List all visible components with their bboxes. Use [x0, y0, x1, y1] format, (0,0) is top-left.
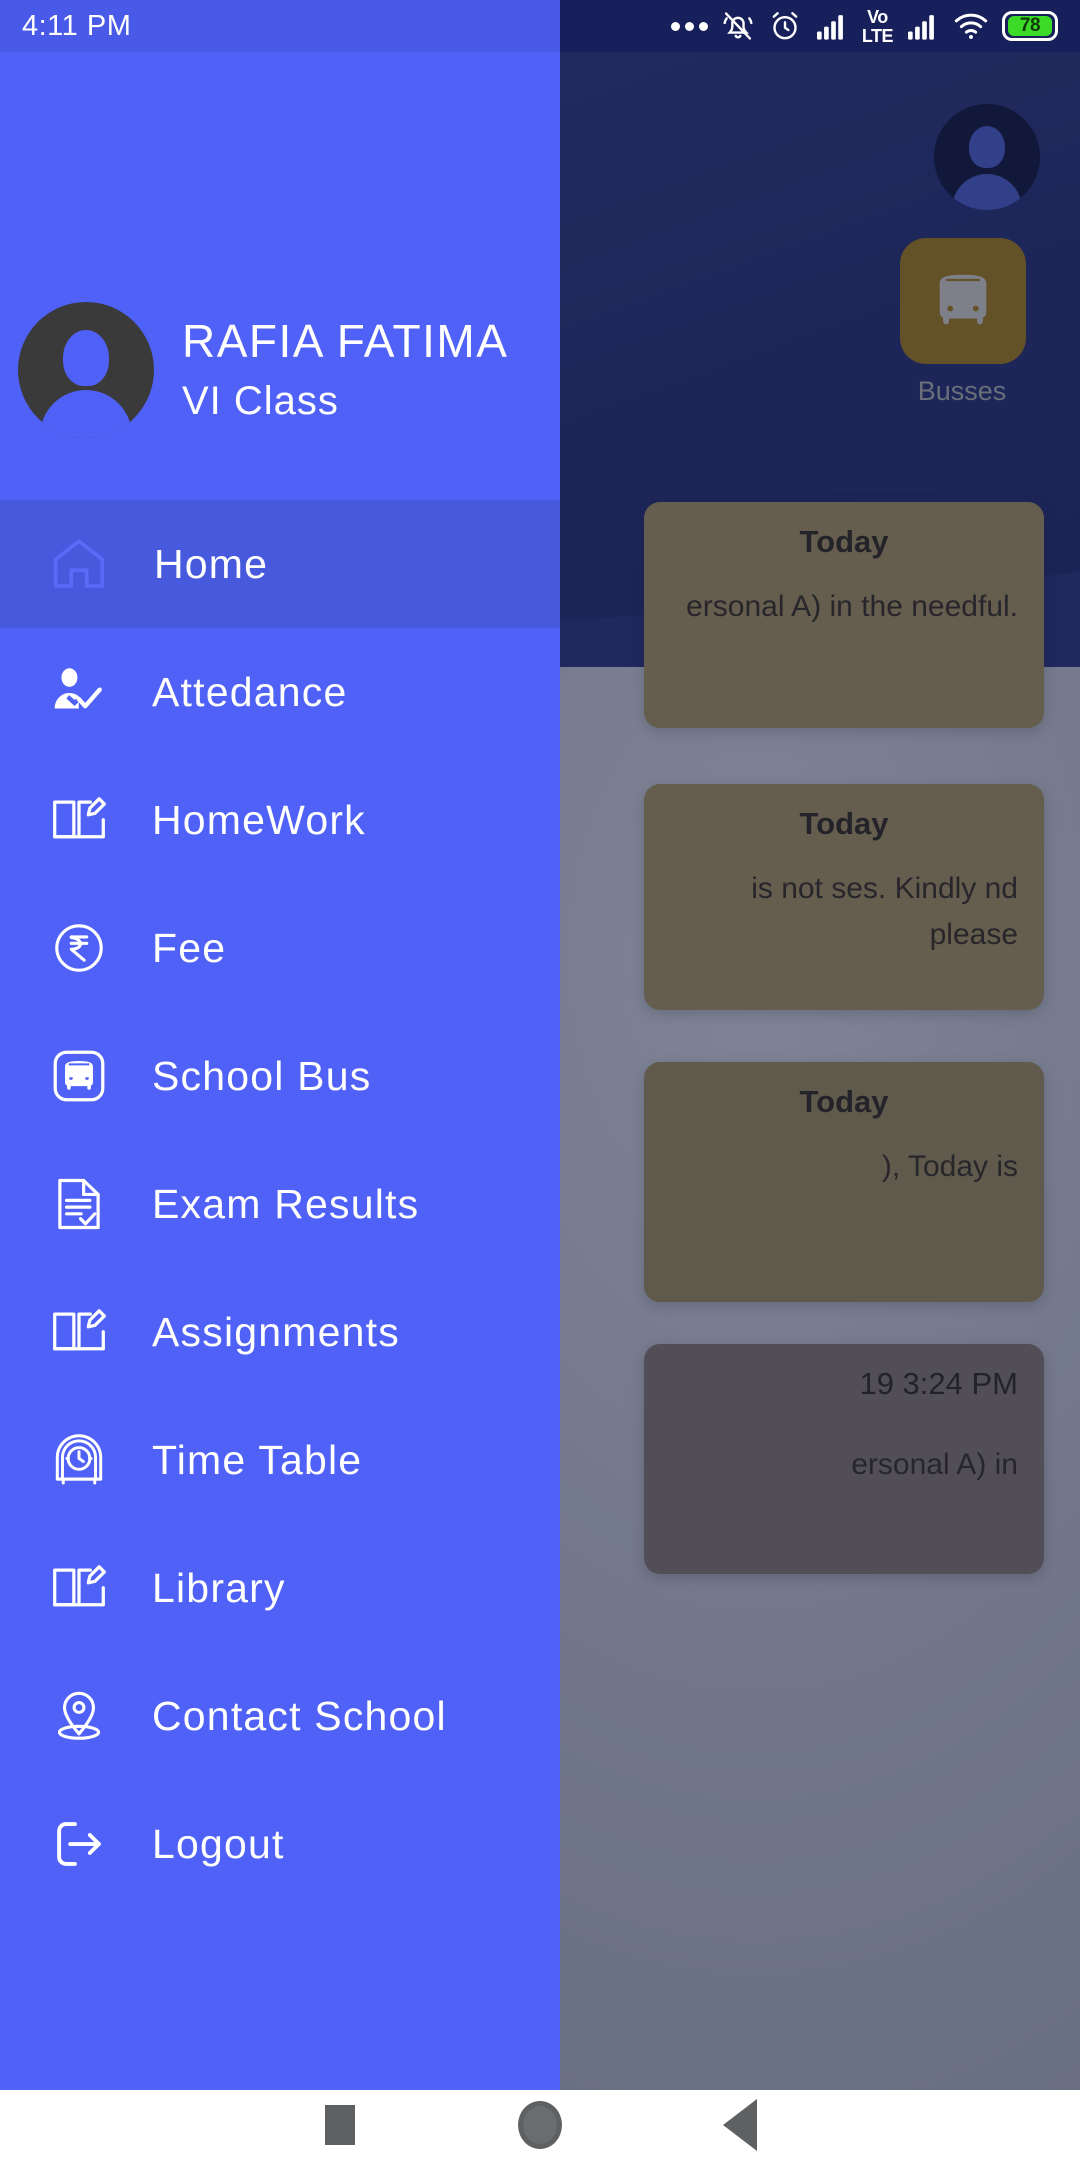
android-navigation-bar: [0, 2090, 1080, 2160]
logout-icon: [36, 1813, 122, 1875]
book-pencil-icon: [36, 1301, 122, 1363]
volte-icon: Vo LTE: [861, 6, 894, 46]
sidebar-item-attedance[interactable]: Attedance: [0, 628, 560, 756]
alarm-clock-icon: [36, 1429, 122, 1491]
back-button[interactable]: [640, 2090, 840, 2160]
avatar-body: [952, 174, 1022, 210]
sidebar-item-label: Time Table: [152, 1436, 363, 1483]
sidebar-item-homework[interactable]: HomeWork: [0, 756, 560, 884]
signal-bars-icon: [816, 15, 843, 40]
sidebar-item-label: Fee: [152, 924, 227, 971]
book-pencil-icon: [36, 1557, 122, 1619]
more-dots-icon: [670, 21, 708, 31]
notice-text: is not ses. Kindly nd please: [751, 872, 1018, 951]
notice-text: ), Today is: [881, 1150, 1018, 1183]
circle-icon: [518, 2101, 562, 2149]
tile-busses[interactable]: [900, 238, 1026, 364]
sidebar-item-label: Home: [154, 540, 269, 587]
volte-label-top: Vo: [867, 6, 888, 27]
battery-icon: 78: [1002, 11, 1058, 41]
battery-level: 78: [1008, 15, 1052, 36]
sidebar-item-contact-school[interactable]: Contact School: [0, 1652, 560, 1780]
sidebar-item-label: Assignments: [152, 1308, 400, 1355]
profile-text: RAFIA FATIMA VI Class: [182, 302, 508, 432]
recents-button[interactable]: [240, 2090, 440, 2160]
navigation-drawer: RAFIA FATIMA VI Class Home Attedance Hom…: [0, 52, 560, 2090]
sidebar-item-assignments[interactable]: Assignments: [0, 1268, 560, 1396]
status-bar-icons: Vo LTE 78: [670, 6, 1058, 46]
sidebar-item-label: Exam Results: [152, 1180, 420, 1227]
sidebar-item-home[interactable]: Home: [0, 500, 560, 628]
tile-busses-label: Busses: [917, 376, 1007, 406]
book-pencil-icon: [36, 789, 122, 851]
notice-text: ersonal A) in: [851, 1448, 1018, 1481]
square-icon: [325, 2105, 355, 2145]
sidebar-item-label: Contact School: [152, 1692, 447, 1739]
location-pin-icon: [36, 1685, 122, 1747]
sidebar-item-exam-results[interactable]: Exam Results: [0, 1140, 560, 1268]
notice-card[interactable]: Today is not ses. Kindly nd please: [644, 784, 1044, 1010]
document-check-icon: [36, 1173, 122, 1235]
signal-bars-icon: [908, 15, 934, 40]
profile-name: RAFIA FATIMA: [182, 315, 509, 367]
bell-muted-icon: [723, 12, 753, 40]
profile-block[interactable]: RAFIA FATIMA VI Class: [18, 302, 508, 438]
sidebar-item-library[interactable]: Library: [0, 1524, 560, 1652]
home-button[interactable]: [440, 2090, 640, 2160]
notice-card[interactable]: 19 3:24 PM ersonal A) in: [644, 1344, 1044, 1574]
sidebar-item-label: Attedance: [152, 668, 348, 715]
notice-text: ersonal A) in the needful.: [686, 590, 1018, 623]
avatar-head: [969, 126, 1005, 168]
sidebar-item-label: HomeWork: [152, 796, 366, 843]
drawer-header: RAFIA FATIMA VI Class: [0, 52, 560, 500]
volte-label-bottom: LTE: [861, 25, 894, 46]
profile-class: VI Class: [182, 379, 339, 423]
sidebar-item-school-bus[interactable]: School Bus: [0, 1012, 560, 1140]
sidebar-item-label: Library: [152, 1564, 286, 1611]
home-icon: [36, 533, 122, 595]
attendance-icon: [36, 661, 122, 723]
notice-date: Today: [799, 1084, 889, 1119]
notice-card[interactable]: Today ), Today is: [644, 1062, 1044, 1302]
avatar-body: [40, 390, 132, 438]
notice-date: Today: [799, 524, 889, 559]
avatar[interactable]: [934, 104, 1040, 210]
drawer-menu: Home Attedance HomeWork Fee School Bus E…: [0, 500, 560, 1908]
status-bar: 4:11 PM Vo LTE 78: [0, 0, 1080, 52]
sidebar-item-time-table[interactable]: Time Table: [0, 1396, 560, 1524]
triangle-back-icon: [723, 2099, 757, 2151]
bus-icon: [36, 1045, 122, 1107]
rupee-circle-icon: [36, 917, 122, 979]
sidebar-item-label: School Bus: [152, 1052, 372, 1099]
sidebar-item-label: Logout: [152, 1820, 285, 1867]
sidebar-item-fee[interactable]: Fee: [0, 884, 560, 1012]
avatar-head: [63, 330, 109, 386]
notice-timestamp: 19 3:24 PM: [859, 1366, 1018, 1401]
sidebar-item-logout[interactable]: Logout: [0, 1780, 560, 1908]
alarm-clock-icon: [772, 12, 798, 40]
notice-date: Today: [799, 806, 889, 841]
avatar[interactable]: [18, 302, 154, 438]
bus-icon: [939, 274, 987, 325]
wifi-icon: [954, 13, 988, 39]
notice-card[interactable]: Today ersonal A) in the needful.: [644, 502, 1044, 728]
status-bar-clock: 4:11 PM: [22, 9, 132, 42]
